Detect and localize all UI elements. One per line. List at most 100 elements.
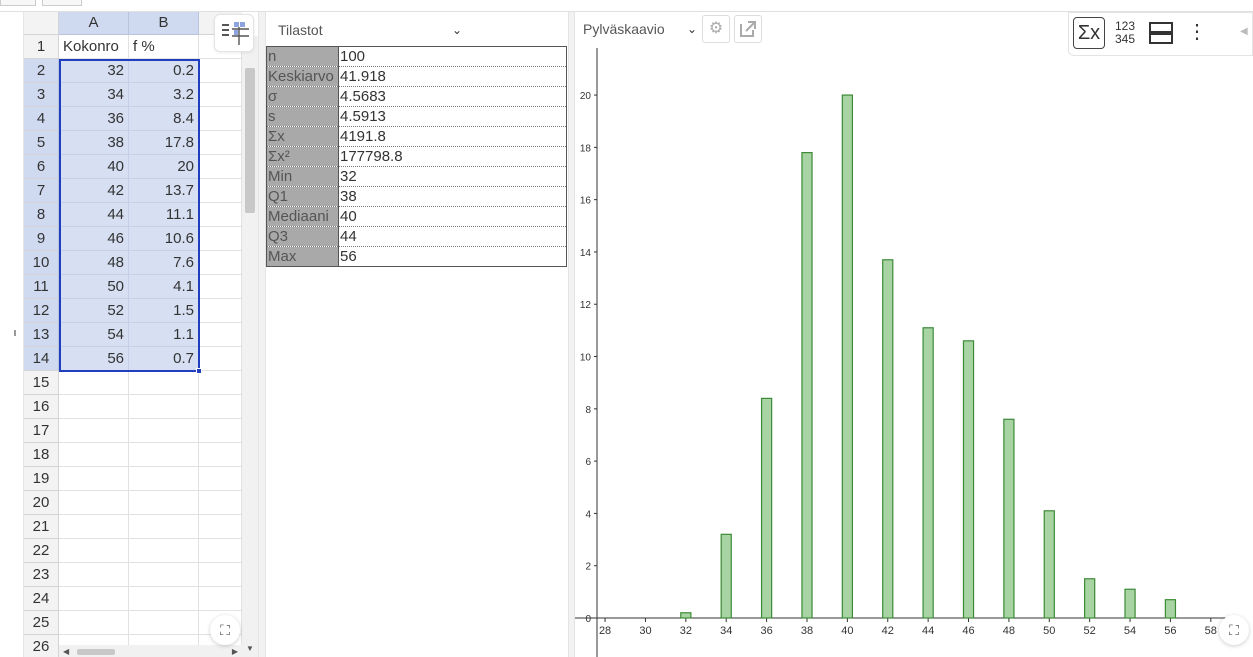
cell-b[interactable]: 8.4: [129, 107, 199, 131]
spreadsheet-toolbar-button[interactable]: [214, 14, 254, 52]
cell-a[interactable]: [59, 443, 129, 467]
cell-b[interactable]: 1.1: [129, 323, 199, 347]
cell-b[interactable]: 17.8: [129, 131, 199, 155]
cell-b[interactable]: 0.2: [129, 59, 199, 83]
row-header[interactable]: 17: [24, 419, 59, 443]
panel-divider[interactable]: [258, 12, 266, 657]
cell-c[interactable]: [199, 179, 242, 203]
export-button[interactable]: [734, 15, 762, 43]
row-header[interactable]: 19: [24, 467, 59, 491]
more-options-button[interactable]: ⋮: [1181, 17, 1213, 49]
scroll-thumb[interactable]: [77, 649, 115, 655]
cell-b[interactable]: [129, 443, 199, 467]
cell-b[interactable]: [129, 539, 199, 563]
scroll-left-icon[interactable]: ◀: [63, 647, 69, 656]
row-header[interactable]: 16: [24, 395, 59, 419]
cell-b[interactable]: 0.7: [129, 347, 199, 371]
scroll-right-icon[interactable]: ▶: [232, 647, 238, 656]
drag-handle-icon[interactable]: [14, 330, 16, 336]
tab-stub[interactable]: [0, 0, 36, 6]
cell-b[interactable]: [129, 467, 199, 491]
row-header[interactable]: 1: [24, 35, 59, 59]
cell-c[interactable]: [199, 587, 242, 611]
cell-b[interactable]: 3.2: [129, 83, 199, 107]
vertical-scrollbar[interactable]: ▼: [242, 36, 258, 657]
cell-b[interactable]: 13.7: [129, 179, 199, 203]
cell-a[interactable]: 48: [59, 251, 129, 275]
cell-b[interactable]: [129, 515, 199, 539]
row-header[interactable]: 6: [24, 155, 59, 179]
row-header[interactable]: 25: [24, 611, 59, 635]
cell-c[interactable]: [199, 563, 242, 587]
scroll-thumb[interactable]: [245, 68, 255, 213]
chart-type-dropdown[interactable]: Pylväskaavio ⌄: [583, 18, 698, 44]
cell-a[interactable]: 46: [59, 227, 129, 251]
cell-b[interactable]: 11.1: [129, 203, 199, 227]
cell-c[interactable]: [199, 155, 242, 179]
cell-b[interactable]: [129, 611, 199, 635]
cell-a[interactable]: [59, 539, 129, 563]
row-header[interactable]: 15: [24, 371, 59, 395]
tab-stub[interactable]: [42, 0, 82, 6]
cell-b[interactable]: [129, 563, 199, 587]
statistics-toggle-button[interactable]: Σx: [1073, 17, 1105, 49]
data-table-toggle-button[interactable]: 123 345: [1109, 17, 1141, 49]
statistics-type-dropdown[interactable]: Tilastot ⌄: [278, 18, 462, 44]
cell-c[interactable]: [199, 299, 242, 323]
layout-toggle-button[interactable]: [1145, 17, 1177, 49]
cell-a[interactable]: 36: [59, 107, 129, 131]
cell-a[interactable]: 42: [59, 179, 129, 203]
cell-a[interactable]: [59, 419, 129, 443]
cell-c[interactable]: [199, 251, 242, 275]
cell-b[interactable]: [129, 491, 199, 515]
cell-c[interactable]: [199, 371, 242, 395]
row-header[interactable]: 5: [24, 131, 59, 155]
row-header[interactable]: 23: [24, 563, 59, 587]
cell-b[interactable]: 10.6: [129, 227, 199, 251]
cell-c[interactable]: [199, 203, 242, 227]
cell-b[interactable]: 4.1: [129, 275, 199, 299]
cell-b[interactable]: 7.6: [129, 251, 199, 275]
cell-c[interactable]: [199, 83, 242, 107]
cell-c[interactable]: [199, 323, 242, 347]
cell-a[interactable]: 52: [59, 299, 129, 323]
cell-b[interactable]: 1.5: [129, 299, 199, 323]
cell-b[interactable]: f %: [129, 35, 199, 59]
row-header[interactable]: 13: [24, 323, 59, 347]
collapse-panel-icon[interactable]: ◀: [1240, 26, 1248, 37]
cell-c[interactable]: [199, 59, 242, 83]
cell-b[interactable]: 20: [129, 155, 199, 179]
cell-a[interactable]: 44: [59, 203, 129, 227]
cell-a[interactable]: [59, 611, 129, 635]
cell-b[interactable]: [129, 419, 199, 443]
row-header[interactable]: 21: [24, 515, 59, 539]
row-header[interactable]: 14: [24, 347, 59, 371]
cell-a[interactable]: 34: [59, 83, 129, 107]
row-header[interactable]: 11: [24, 275, 59, 299]
cell-c[interactable]: [199, 467, 242, 491]
cell-a[interactable]: [59, 371, 129, 395]
cell-a[interactable]: [59, 467, 129, 491]
cell-b[interactable]: [129, 587, 199, 611]
fullscreen-icon[interactable]: ⛶: [1219, 615, 1249, 645]
cell-b[interactable]: [129, 371, 199, 395]
cell-c[interactable]: [199, 443, 242, 467]
fill-handle[interactable]: [196, 368, 202, 374]
cell-a[interactable]: [59, 587, 129, 611]
row-header[interactable]: 22: [24, 539, 59, 563]
cell-a[interactable]: [59, 515, 129, 539]
cell-c[interactable]: [199, 107, 242, 131]
cell-c[interactable]: [199, 515, 242, 539]
cell-c[interactable]: [199, 275, 242, 299]
row-header[interactable]: 20: [24, 491, 59, 515]
sheet-corner[interactable]: [24, 12, 59, 35]
row-header[interactable]: 26: [24, 635, 59, 657]
cell-a[interactable]: [59, 395, 129, 419]
row-header[interactable]: 8: [24, 203, 59, 227]
column-header-b[interactable]: B: [129, 12, 199, 35]
cell-a[interactable]: [59, 491, 129, 515]
cell-c[interactable]: [199, 539, 242, 563]
cell-a[interactable]: 38: [59, 131, 129, 155]
cell-c[interactable]: [199, 395, 242, 419]
cell-c[interactable]: [199, 347, 242, 371]
